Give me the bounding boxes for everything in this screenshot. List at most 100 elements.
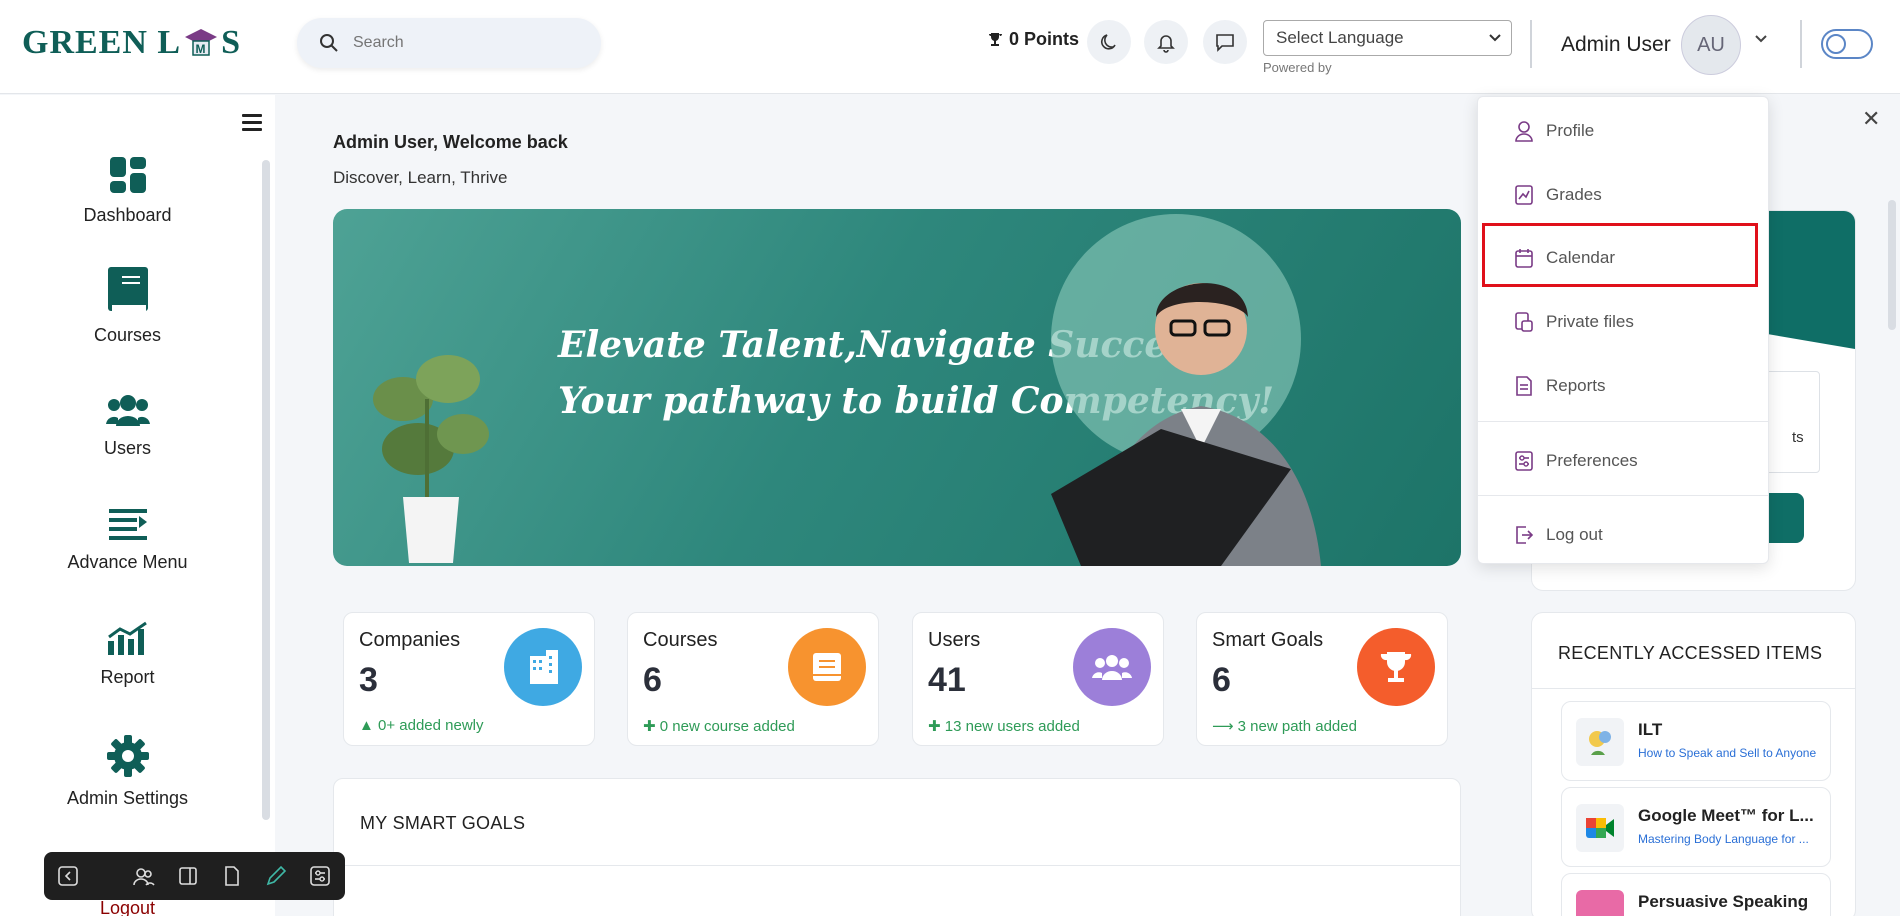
sidebar-item-report[interactable]: Report: [0, 621, 255, 688]
sidebar-item-admin-settings[interactable]: Admin Settings: [0, 734, 255, 809]
close-icon[interactable]: ✕: [1862, 106, 1880, 132]
stat-subtext-label: 0 new course added: [659, 718, 795, 735]
notes-button[interactable]: [176, 864, 200, 888]
calendar-highlight-box: [1482, 223, 1758, 287]
page-scrollbar[interactable]: [1888, 200, 1896, 330]
sidebar-item-advance-menu[interactable]: Advance Menu: [0, 506, 255, 573]
preferences-icon: [1515, 451, 1533, 471]
course-thumbnail-icon: [1576, 890, 1624, 916]
recent-item-subtitle: Mastering Body Language for ...: [1638, 832, 1809, 846]
divider: [334, 865, 1460, 866]
avatar[interactable]: AU: [1681, 15, 1741, 75]
report-icon: [1516, 376, 1532, 396]
search-box[interactable]: [297, 18, 601, 68]
stat-subtext: ✚ 0 new course added: [643, 717, 795, 735]
menu-item-label: Private files: [1546, 312, 1634, 331]
stat-value: 41: [928, 661, 966, 699]
chart-icon: [107, 621, 147, 655]
menu-item-private-files[interactable]: Private files: [1478, 296, 1768, 348]
hamburger-menu-icon[interactable]: [242, 114, 262, 131]
trophy-icon: [1380, 652, 1412, 682]
language-select[interactable]: Select Language: [1263, 20, 1512, 56]
bell-icon: [1157, 35, 1175, 53]
collapse-button[interactable]: [56, 864, 80, 888]
search-icon: [320, 34, 338, 52]
recent-item[interactable]: Persuasive Speaking: [1561, 873, 1831, 916]
stat-title: Smart Goals: [1212, 629, 1324, 651]
sidebar-logout[interactable]: Logout: [0, 898, 255, 916]
stat-value: 6: [643, 661, 662, 699]
plant-illustration: [373, 355, 489, 563]
stat-value: 6: [1212, 661, 1231, 699]
sidebar-scrollbar[interactable]: [262, 160, 270, 820]
stat-subtext: ⟶ 3 new path added: [1212, 717, 1357, 735]
stat-subtext: ✚ 13 new users added: [928, 717, 1080, 735]
header-divider: [1530, 20, 1532, 68]
moon-icon: [1101, 34, 1116, 50]
sidebar-item-courses[interactable]: Courses: [0, 265, 255, 346]
menu-item-logout[interactable]: Log out: [1478, 509, 1768, 561]
notifications-button[interactable]: [1144, 20, 1188, 64]
sidebar-item-label: Courses: [93, 325, 162, 345]
stat-icon-circle: [504, 628, 582, 706]
recent-item-subtitle: How to Speak and Sell to Anyone: [1638, 746, 1817, 760]
ilt-icon: [1576, 718, 1624, 766]
document-button[interactable]: [220, 864, 244, 888]
user-menu-chevron-icon[interactable]: [1754, 34, 1768, 44]
stat-subtext-label: 13 new users added: [944, 718, 1080, 735]
stat-subtext-label: 3 new path added: [1237, 718, 1357, 735]
chevron-left-box-icon: [58, 866, 78, 886]
menu-separator: [1478, 421, 1768, 422]
messages-button[interactable]: [1203, 20, 1247, 64]
header-divider: [1800, 20, 1802, 68]
note-icon: [179, 867, 197, 885]
banner-person-illustration: [1051, 214, 1321, 566]
dashboard-icon: [109, 157, 146, 193]
toggle-knob: [1826, 34, 1846, 54]
menu-separator: [1478, 495, 1768, 496]
sidebar-item-label: Report: [100, 667, 155, 687]
users-icon: [133, 868, 155, 886]
sidebar-item-dashboard[interactable]: Dashboard: [0, 155, 255, 226]
recent-item[interactable]: ILT How to Speak and Sell to Anyone: [1561, 701, 1831, 781]
recent-item-title: Google Meet™ for L...: [1638, 806, 1814, 825]
sidebar-item-users[interactable]: Users: [0, 392, 255, 459]
divider: [1532, 688, 1855, 689]
stat-card-companies[interactable]: Companies 3 ▲ 0+ added newly: [343, 612, 595, 746]
pen-button[interactable]: [264, 864, 288, 888]
users-button[interactable]: [132, 864, 156, 888]
stat-card-smart-goals[interactable]: Smart Goals 6 ⟶ 3 new path added: [1196, 612, 1448, 746]
menu-item-grades[interactable]: Grades: [1478, 169, 1768, 221]
stat-card-courses[interactable]: Courses 6 ✚ 0 new course added: [627, 612, 879, 746]
language-select-value: Select Language: [1276, 28, 1404, 47]
theme-toggle[interactable]: [1821, 29, 1873, 59]
points-display[interactable]: 0 Points: [987, 29, 1079, 50]
floating-toolbar: [44, 852, 345, 900]
plus-icon: ✚: [928, 718, 945, 735]
stat-subtext: ▲ 0+ added newly: [359, 717, 484, 734]
smart-goals-title: MY SMART GOALS: [360, 813, 526, 833]
arrow-right-icon: ⟶: [1212, 718, 1238, 735]
search-input[interactable]: [353, 34, 573, 52]
stat-title: Users: [928, 629, 981, 651]
grades-icon: [1515, 185, 1533, 205]
recent-item[interactable]: Google Meet™ for L... Mastering Body Lan…: [1561, 787, 1831, 867]
book-icon: [813, 653, 841, 681]
list-icon: [108, 509, 147, 540]
menu-item-profile[interactable]: Profile: [1478, 105, 1768, 157]
document-icon: [225, 866, 239, 886]
users-icon: [105, 395, 150, 426]
sidebar-item-label: Advance Menu: [67, 552, 188, 572]
google-meet-icon: [1576, 804, 1624, 852]
settings-button[interactable]: [308, 864, 332, 888]
menu-item-preferences[interactable]: Preferences: [1478, 435, 1768, 487]
recent-item-title: Persuasive Speaking: [1638, 892, 1809, 911]
user-icon: [1515, 121, 1533, 142]
menu-item-reports[interactable]: Reports: [1478, 360, 1768, 412]
widget-partial-text: ts: [1792, 429, 1804, 446]
stat-card-users[interactable]: Users 41 ✚ 13 new users added: [912, 612, 1164, 746]
dark-mode-button[interactable]: [1087, 20, 1131, 64]
sidebar-item-label: Dashboard: [83, 205, 172, 225]
logo[interactable]: GREEN L M S: [22, 24, 241, 62]
user-name[interactable]: Admin User: [1561, 33, 1671, 57]
